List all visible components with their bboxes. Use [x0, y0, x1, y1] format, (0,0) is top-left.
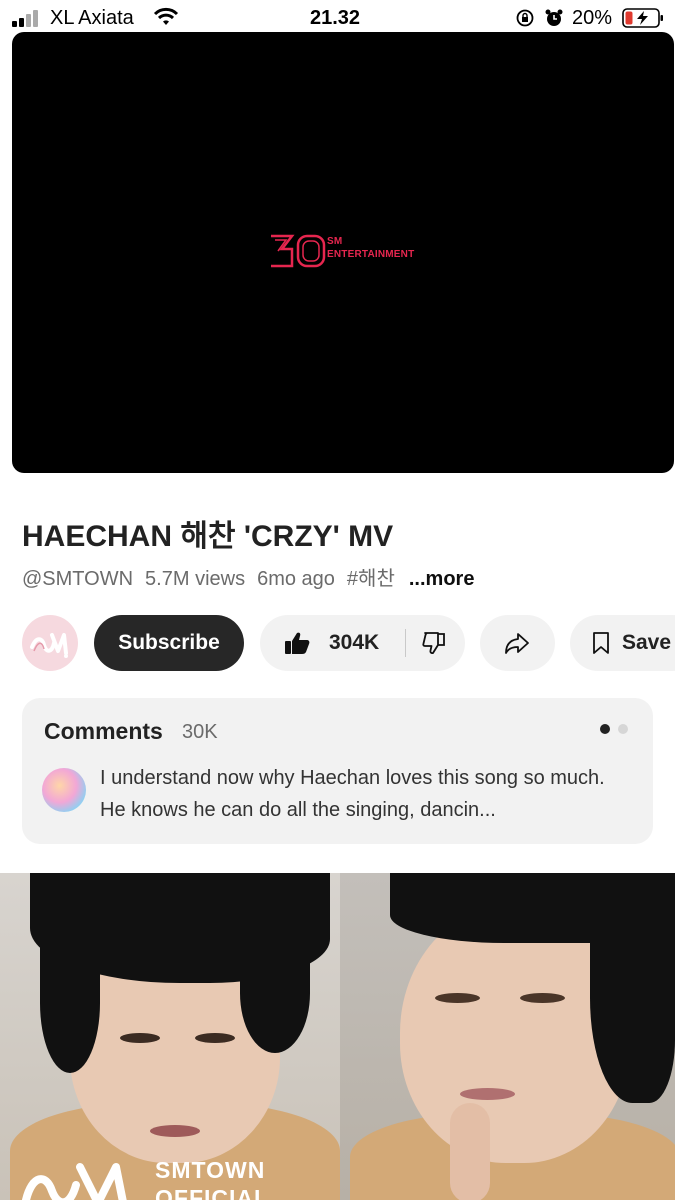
channel-avatar[interactable]: [22, 615, 78, 671]
thumbnail-right-panel: [340, 873, 675, 1200]
channel-handle[interactable]: @SMTOWN: [22, 568, 133, 590]
comments-title: Comments: [44, 718, 163, 744]
upload-age: 6mo ago: [257, 568, 335, 590]
like-divider: [405, 629, 406, 657]
carrier-name: XL Axiata: [50, 7, 134, 29]
sm-entertainment-wordmark: SM ENTERTAINMENT: [327, 235, 414, 261]
video-player[interactable]: SM ENTERTAINMENT: [12, 32, 674, 473]
commenter-avatar[interactable]: [42, 768, 86, 812]
like-dislike-pill: 304K: [260, 615, 465, 671]
thumbs-up-icon[interactable]: [284, 631, 310, 655]
status-bar: XL Axiata 21.32 20%: [0, 0, 675, 36]
alarm-icon: [545, 9, 563, 26]
save-button[interactable]: Save: [570, 615, 675, 671]
brand-line-official: OFFICIAL: [155, 1185, 270, 1200]
signal-icon: [12, 9, 42, 27]
bookmark-icon: [593, 632, 609, 654]
smtown-logo-icon: [22, 1163, 127, 1200]
video-meta[interactable]: @SMTOWN 5.7M views 6mo ago #해찬 ...more: [22, 562, 486, 591]
carousel-dot: [618, 724, 628, 734]
logo-line-entertainment: ENTERTAINMENT: [327, 249, 415, 260]
view-count: 5.7M views: [145, 568, 246, 590]
rotation-lock-icon: [516, 9, 534, 27]
subscribe-button[interactable]: Subscribe: [94, 615, 244, 671]
thumbnail-left-panel: [0, 873, 340, 1200]
battery-charging-icon: [622, 8, 663, 28]
next-video-thumbnail[interactable]: SMTOWN OFFICIAL: [0, 873, 675, 1200]
thumbs-down-icon[interactable]: [422, 631, 446, 655]
battery-percent: 20%: [572, 7, 613, 29]
save-label: Save: [622, 631, 672, 654]
like-count[interactable]: 304K: [329, 631, 379, 655]
video-title: HAECHAN 해찬 'CRZY' MV: [22, 520, 394, 553]
carousel-dot-active: [600, 724, 610, 734]
more-button[interactable]: ...more: [409, 568, 475, 590]
comments-count: 30K: [182, 721, 218, 743]
share-button[interactable]: [480, 615, 555, 671]
sm-logo-icon: [30, 633, 68, 658]
brand-line-smtown: SMTOWN: [155, 1157, 266, 1183]
status-time: 21.32: [310, 7, 361, 29]
hashtag-link[interactable]: #해찬: [347, 568, 395, 590]
top-comment-text: I understand now why Haechan loves this …: [100, 767, 605, 821]
sm-30th-logo: [271, 234, 326, 268]
logo-line-sm: SM: [327, 236, 343, 247]
share-icon: [505, 633, 529, 654]
wifi-icon: [153, 7, 179, 25]
comments-card[interactable]: Comments 30K I understand now why Haecha…: [22, 698, 653, 844]
smtown-official-label: SMTOWN OFFICIAL: [155, 1156, 269, 1200]
